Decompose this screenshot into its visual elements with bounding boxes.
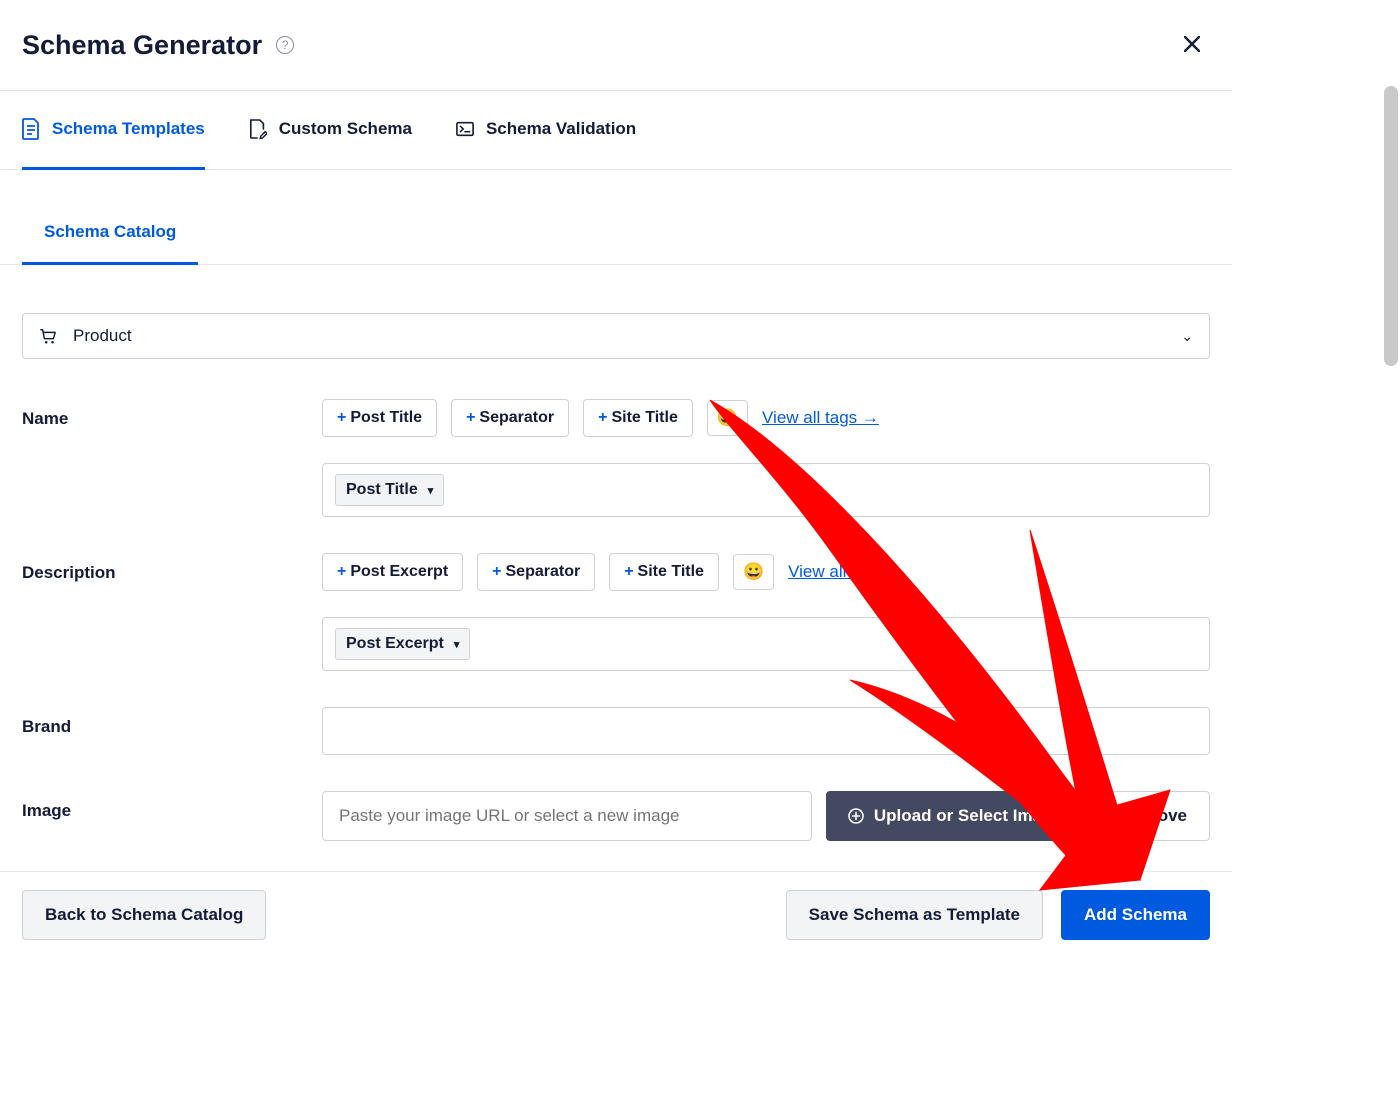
tab-schema-catalog[interactable]: Schema Catalog bbox=[22, 208, 198, 265]
tab-custom-schema[interactable]: Custom Schema bbox=[249, 91, 412, 170]
help-icon[interactable]: ? bbox=[276, 36, 294, 54]
remove-image-button[interactable]: Remove bbox=[1098, 791, 1210, 841]
field-label-name: Name bbox=[22, 399, 322, 517]
field-label-image: Image bbox=[22, 791, 322, 841]
tag-button-site-title[interactable]: +Site Title bbox=[583, 399, 693, 437]
scrollbar[interactable] bbox=[1384, 86, 1398, 366]
add-schema-button[interactable]: Add Schema bbox=[1061, 890, 1210, 940]
save-template-button[interactable]: Save Schema as Template bbox=[786, 890, 1043, 940]
brand-input[interactable] bbox=[322, 707, 1210, 755]
view-all-tags-link[interactable]: View all tags → bbox=[788, 562, 905, 582]
chip-post-excerpt[interactable]: Post Excerpt ▾ bbox=[335, 628, 470, 660]
close-icon bbox=[1184, 36, 1200, 52]
schema-type-value: Product bbox=[73, 326, 132, 346]
tag-button-post-title[interactable]: +Post Title bbox=[322, 399, 437, 437]
emoji-button[interactable]: 😀 bbox=[707, 400, 748, 436]
name-input[interactable]: Post Title ▾ bbox=[322, 463, 1210, 517]
primary-tabs: Schema Templates Custom Schema Schema Va… bbox=[0, 91, 1232, 170]
document-edit-icon bbox=[249, 118, 267, 140]
back-button[interactable]: Back to Schema Catalog bbox=[22, 890, 266, 940]
schema-type-select[interactable]: Product ⌄ bbox=[22, 313, 1210, 359]
upload-image-button[interactable]: Upload or Select Image bbox=[826, 791, 1084, 841]
tag-button-separator[interactable]: +Separator bbox=[477, 553, 595, 591]
field-label-brand: Brand bbox=[22, 707, 322, 755]
secondary-tabs: Schema Catalog bbox=[0, 208, 1232, 265]
tag-button-site-title[interactable]: +Site Title bbox=[609, 553, 719, 591]
chevron-down-icon: ▾ bbox=[428, 484, 434, 497]
modal-header: Schema Generator ? bbox=[0, 0, 1232, 91]
cart-icon bbox=[39, 327, 57, 345]
document-icon bbox=[22, 118, 40, 140]
plus-circle-icon bbox=[848, 808, 864, 824]
terminal-icon bbox=[456, 118, 474, 140]
tab-schema-templates[interactable]: Schema Templates bbox=[22, 91, 205, 170]
modal-title: Schema Generator bbox=[22, 30, 262, 61]
chip-post-title[interactable]: Post Title ▾ bbox=[335, 474, 444, 506]
tag-button-post-excerpt[interactable]: +Post Excerpt bbox=[322, 553, 463, 591]
emoji-button[interactable]: 😀 bbox=[733, 554, 774, 590]
tab-label: Schema Templates bbox=[52, 119, 205, 139]
view-all-tags-link[interactable]: View all tags → bbox=[762, 408, 879, 428]
description-input[interactable]: Post Excerpt ▾ bbox=[322, 617, 1210, 671]
tab-label: Schema Validation bbox=[486, 119, 636, 139]
tab-label: Custom Schema bbox=[279, 119, 412, 139]
close-button[interactable] bbox=[1176, 28, 1208, 62]
chevron-down-icon: ⌄ bbox=[1181, 328, 1193, 345]
image-url-input[interactable] bbox=[322, 791, 812, 841]
modal-footer: Back to Schema Catalog Save Schema as Te… bbox=[0, 871, 1232, 958]
field-label-description: Description bbox=[22, 553, 322, 671]
tab-schema-validation[interactable]: Schema Validation bbox=[456, 91, 636, 170]
tag-button-separator[interactable]: +Separator bbox=[451, 399, 569, 437]
chevron-down-icon: ▾ bbox=[454, 638, 460, 651]
